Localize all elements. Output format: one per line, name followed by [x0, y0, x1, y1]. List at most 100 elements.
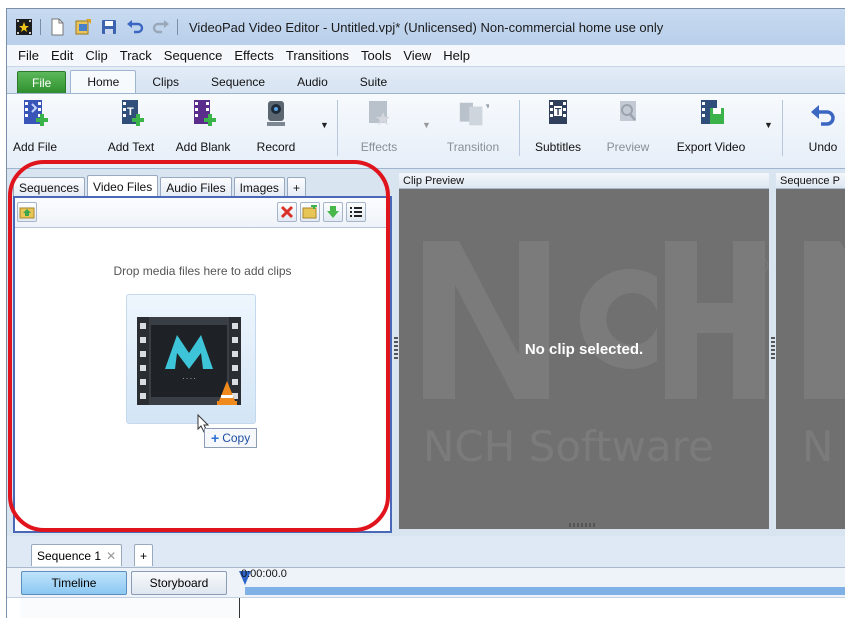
add-blank-button[interactable]: Add Blank	[173, 96, 233, 158]
sequence-tab-label: Sequence 1	[37, 548, 102, 563]
menu-transitions[interactable]: Transitions	[280, 48, 355, 63]
add-bin-tab-button[interactable]: +	[286, 177, 306, 197]
move-down-button[interactable]	[323, 202, 343, 222]
export-video-icon	[695, 96, 727, 134]
separator	[519, 100, 520, 156]
delete-icon	[280, 205, 294, 219]
copy-label: Copy	[222, 431, 251, 445]
tab-sequences[interactable]: Sequences	[13, 177, 86, 197]
separator	[40, 19, 41, 35]
svg-text:T: T	[555, 107, 561, 118]
tab-suite[interactable]: Suite	[344, 71, 403, 93]
menu-effects[interactable]: Effects	[228, 48, 280, 63]
menu-sequence[interactable]: Sequence	[158, 48, 229, 63]
media-bin-toolbar	[15, 198, 390, 228]
ribbon-tabs: File Home Clips Sequence Audio Suite	[7, 67, 845, 94]
workspace: Sequences Video Files Audio Files Images…	[7, 169, 845, 536]
tab-clips[interactable]: Clips	[136, 71, 195, 93]
menu-help[interactable]: Help	[437, 48, 476, 63]
effects-dropdown-icon[interactable]: ▼	[422, 120, 432, 130]
record-button[interactable]: Record	[251, 96, 301, 158]
track-header-pane	[21, 598, 240, 618]
save-project-icon[interactable]	[100, 18, 118, 36]
svg-text:®: ®	[751, 254, 769, 278]
dragged-media-thumbnail[interactable]: · · · ·	[126, 294, 256, 424]
export-video-label: Export Video	[676, 140, 746, 154]
title-bar: VideoPad Video Editor - Untitled.vpj* (U…	[7, 9, 845, 45]
tab-audio[interactable]: Audio	[281, 71, 344, 93]
tab-sequence[interactable]: Sequence	[195, 71, 281, 93]
clip-preview-header: Clip Preview	[399, 173, 769, 189]
tab-video-files[interactable]: Video Files	[87, 175, 159, 197]
svg-text:▼: ▼	[484, 101, 489, 110]
subtitles-icon: T	[542, 96, 574, 134]
preview-label: Preview	[606, 140, 650, 154]
timeline-view-button[interactable]: Timeline	[21, 571, 127, 595]
add-sequence-button[interactable]: +	[134, 544, 154, 566]
plus-icon: +	[211, 430, 220, 446]
redo-icon[interactable]	[152, 18, 170, 36]
tab-sequence-1[interactable]: Sequence 1 ✕	[31, 544, 123, 566]
menu-edit[interactable]: Edit	[45, 48, 79, 63]
add-file-label: Add File	[12, 140, 58, 154]
tab-images[interactable]: Images	[233, 177, 285, 197]
undo-button[interactable]: Undo	[803, 96, 843, 158]
separator	[782, 100, 783, 156]
media-bin-panel: Sequences Video Files Audio Files Images…	[13, 169, 392, 536]
menu-clip[interactable]: Clip	[79, 48, 113, 63]
svg-text:N: N	[802, 422, 833, 471]
effects-label: Effects	[360, 140, 398, 154]
subtitles-button[interactable]: T Subtitles	[530, 96, 586, 158]
close-icon[interactable]: ✕	[106, 549, 116, 563]
menu-view[interactable]: View	[397, 48, 437, 63]
record-label: Record	[256, 140, 296, 154]
video-file-icon: · · · ·	[137, 317, 241, 405]
export-video-button[interactable]: Export Video	[671, 96, 751, 158]
delete-button[interactable]	[277, 202, 297, 222]
separator	[337, 100, 338, 156]
splitter-handle[interactable]	[394, 337, 398, 361]
clip-preview-panel: Clip Preview ® NCH Software No clip sele…	[399, 173, 769, 529]
open-project-icon[interactable]	[74, 18, 92, 36]
add-blank-label: Add Blank	[175, 140, 231, 154]
subtitles-label: Subtitles	[534, 140, 582, 154]
add-blank-icon	[187, 96, 219, 134]
undo-icon[interactable]	[126, 18, 144, 36]
splitter-handle[interactable]	[771, 337, 775, 361]
undo-arrow-icon	[807, 96, 839, 134]
svg-text:T: T	[127, 106, 134, 118]
copy-drag-tooltip: + Copy	[204, 428, 258, 448]
webcam-icon	[260, 96, 292, 134]
effects-icon	[363, 96, 395, 134]
menu-track[interactable]: Track	[114, 48, 158, 63]
transition-button[interactable]: ▼ Transition	[441, 96, 505, 158]
app-window: VideoPad Video Editor - Untitled.vpj* (U…	[6, 8, 845, 618]
new-folder-button[interactable]	[300, 202, 320, 222]
menu-bar: File Edit Clip Track Sequence Effects Tr…	[7, 45, 845, 67]
media-bin-tabs: Sequences Video Files Audio Files Images…	[13, 173, 308, 197]
new-folder-icon	[302, 205, 317, 219]
sequence-area: Sequence 1 ✕ + Timeline Storyboard 0:00:…	[7, 536, 845, 618]
list-view-button[interactable]	[346, 202, 366, 222]
storyboard-view-button[interactable]: Storyboard	[131, 571, 227, 595]
sequence-preview-panel: Sequence P N	[776, 173, 845, 529]
preview-button[interactable]: Preview	[603, 96, 653, 158]
svg-text:· · · ·: · · · ·	[182, 376, 195, 383]
menu-file[interactable]: File	[7, 48, 45, 63]
new-project-icon[interactable]	[48, 18, 66, 36]
record-dropdown-icon[interactable]: ▼	[320, 120, 330, 130]
timeline-ruler[interactable]	[245, 587, 845, 595]
add-file-button[interactable]: Add File	[13, 96, 57, 158]
export-dropdown-icon[interactable]: ▼	[764, 120, 774, 130]
menu-tools[interactable]: Tools	[355, 48, 397, 63]
tab-audio-files[interactable]: Audio Files	[160, 177, 232, 197]
preview-resize-handle[interactable]	[569, 523, 597, 527]
media-bin-content[interactable]: Drop media files here to add clips · · ·…	[13, 196, 392, 533]
tab-file[interactable]: File	[17, 71, 67, 93]
tab-home[interactable]: Home	[70, 70, 137, 94]
add-text-button[interactable]: T Add Text	[101, 96, 161, 158]
up-folder-button[interactable]	[17, 202, 37, 222]
sequence-tabs: Sequence 1 ✕ +	[7, 536, 845, 568]
effects-button[interactable]: Effects	[357, 96, 401, 158]
add-text-label: Add Text	[107, 140, 155, 154]
